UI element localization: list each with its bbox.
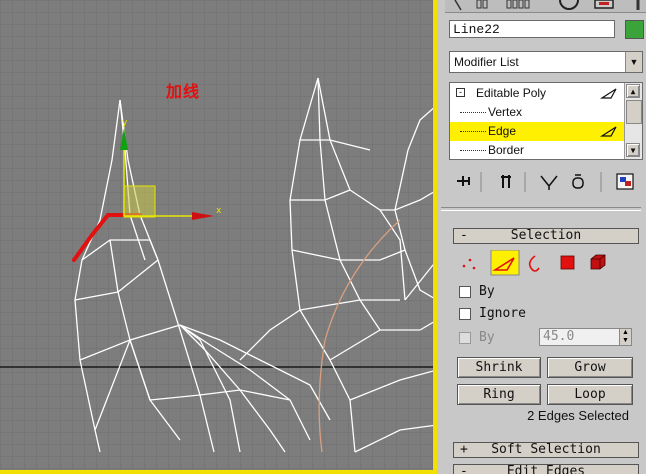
subobject-level-buttons [457, 249, 637, 276]
scroll-up-icon[interactable]: ▲ [626, 84, 640, 98]
stack-item-label: Edge [488, 124, 517, 138]
hierarchy-icon[interactable] [506, 0, 530, 9]
pin-stack-icon[interactable] [457, 176, 470, 186]
rollout-title: Soft Selection [491, 442, 601, 457]
object-name-field[interactable]: Line22 [449, 20, 615, 38]
gizmo-y-label: y [122, 118, 128, 128]
configure-sets-icon[interactable] [616, 173, 634, 190]
rollout-title: Edit Edges [506, 464, 586, 474]
modifier-stack[interactable]: - Editable Poly Vertex Edge Border ▲ ▼ [449, 82, 643, 160]
viewport-active-border-bottom [0, 470, 437, 474]
stack-item-vertex[interactable]: Vertex [450, 103, 624, 122]
viewport-canvas[interactable]: y x [0, 0, 437, 474]
by-vertex-checkbox[interactable]: By [459, 283, 629, 301]
checkbox-box [459, 332, 471, 344]
remove-modifier-icon[interactable] [572, 174, 584, 189]
stack-item-edge[interactable]: Edge [450, 122, 624, 141]
spinner-arrows-icon: ▲ ▼ [619, 328, 632, 346]
viewport-grid [0, 0, 437, 474]
soft-selection-rollout-header[interactable]: + Soft Selection [453, 442, 639, 458]
modify-icon[interactable] [476, 0, 488, 9]
checkbox-label: By [479, 330, 495, 345]
edit-edges-rollout-header[interactable]: - Edit Edges [453, 464, 639, 474]
checkbox-box[interactable] [459, 308, 471, 320]
stack-item-editable-poly[interactable]: - Editable Poly [450, 84, 624, 103]
stack-item-label: Vertex [488, 105, 523, 119]
stack-tools-toolbar [449, 168, 645, 196]
make-unique-icon[interactable] [540, 175, 558, 190]
vertex-icon[interactable] [462, 258, 476, 270]
element-icon[interactable] [590, 254, 606, 270]
gizmo-x-label: x [216, 206, 222, 216]
collapse-icon[interactable]: - [456, 88, 465, 97]
panel-separator [441, 207, 641, 211]
gizmo-plane-handle[interactable] [123, 185, 156, 218]
annotation-text: 加线 [166, 82, 201, 101]
loop-button[interactable]: Loop [547, 384, 633, 405]
rollout-title: Selection [510, 228, 582, 243]
selection-status-text: 2 Edges Selected [527, 408, 629, 423]
stack-scrollbar[interactable]: ▲ ▼ [624, 83, 642, 159]
scroll-down-icon[interactable]: ▼ [626, 143, 640, 157]
perspective-viewport[interactable]: y x 加线 [0, 0, 437, 474]
border-icon[interactable] [528, 255, 540, 272]
display-icon[interactable] [594, 0, 614, 9]
polygon-icon[interactable] [560, 255, 575, 270]
shrink-button[interactable]: Shrink [457, 357, 541, 378]
show-end-result-icon[interactable] [501, 175, 511, 188]
checkbox-label: By [479, 284, 495, 299]
edge-mode-icon [600, 88, 617, 99]
stack-item-border[interactable]: Border [450, 141, 624, 159]
chevron-down-icon[interactable]: ▼ [625, 52, 642, 72]
angle-spinner-field: 45.0 [539, 328, 625, 346]
ring-button[interactable]: Ring [457, 384, 541, 405]
command-panel-tabs [445, 0, 646, 13]
checkbox-box[interactable] [459, 286, 471, 298]
checkbox-label: Ignore [479, 306, 526, 321]
tree-connector [460, 112, 486, 113]
object-color-swatch[interactable] [625, 20, 644, 39]
command-panel: Line22 Modifier List ▼ - Editable Poly V… [437, 0, 646, 474]
tree-connector [460, 131, 486, 132]
grow-button[interactable]: Grow [547, 357, 633, 378]
edge-icon[interactable] [490, 249, 520, 276]
scroll-thumb[interactable] [626, 100, 642, 124]
ignore-backfacing-checkbox[interactable]: Ignore [459, 305, 629, 323]
motion-icon[interactable] [559, 0, 579, 10]
create-icon[interactable] [454, 0, 462, 11]
stack-item-label: Editable Poly [476, 86, 547, 100]
tree-connector [460, 150, 486, 151]
edge-mode-icon [600, 126, 617, 137]
selection-rollout-header[interactable]: - Selection [453, 228, 639, 244]
modifier-list-dropdown[interactable]: Modifier List ▼ [449, 51, 643, 73]
modifier-list-label: Modifier List [454, 55, 519, 69]
stack-item-label: Border [488, 143, 525, 157]
